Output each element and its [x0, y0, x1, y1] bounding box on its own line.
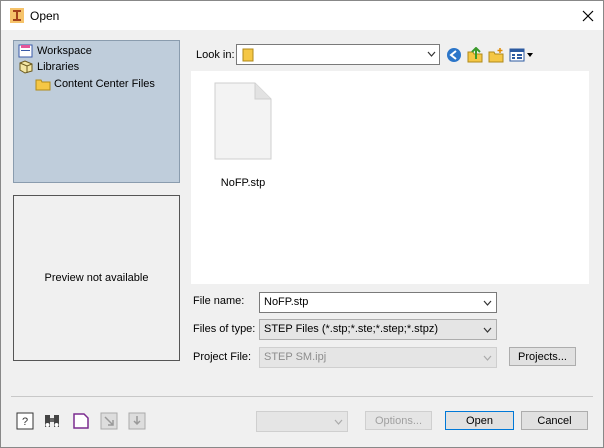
blank-combo[interactable]	[256, 411, 348, 432]
arrow-tool-icon	[100, 412, 118, 430]
chevron-down-icon	[427, 51, 436, 57]
document-button[interactable]	[71, 411, 91, 431]
workspace-icon	[18, 44, 33, 58]
back-button[interactable]	[445, 45, 463, 65]
libraries-icon	[19, 60, 33, 74]
separator	[11, 396, 593, 397]
close-button[interactable]	[573, 1, 603, 30]
project-file-value: STEP SM.ipj	[264, 351, 327, 363]
project-file-label: Project File:	[193, 351, 252, 363]
preview-text: Preview not available	[44, 272, 149, 284]
find-button[interactable]	[42, 411, 62, 431]
location-content-center[interactable]: Content Center Files	[35, 76, 155, 92]
file-name-label: File name:	[193, 295, 245, 307]
open-button[interactable]: Open	[445, 411, 514, 430]
locations-pane: Workspace Libraries Content Center Files	[13, 40, 180, 183]
location-label: Libraries	[37, 61, 80, 73]
look-in-label: Look in:	[196, 49, 235, 61]
file-item[interactable]: NoFP.stp	[211, 81, 275, 189]
open-dialog: Open Workspace Libraries Content Center …	[0, 0, 604, 448]
file-type-select[interactable]: STEP Files (*.stp;*.ste;*.step;*.stpz)	[259, 319, 497, 340]
disabled-tool-button[interactable]	[99, 411, 119, 431]
options-button[interactable]: Options...	[365, 411, 432, 430]
location-libraries[interactable]: Libraries	[18, 59, 79, 75]
svg-text:?: ?	[22, 416, 28, 428]
close-icon	[582, 10, 594, 21]
new-folder-icon	[488, 48, 504, 63]
project-file-select[interactable]: STEP SM.ipj	[259, 347, 497, 368]
document-icon	[73, 413, 89, 429]
help-icon: ?	[16, 412, 34, 430]
location-label: Content Center Files	[54, 78, 155, 90]
chevron-down-icon	[483, 327, 492, 333]
file-type-value: STEP Files (*.stp;*.ste;*.step;*.stpz)	[264, 323, 439, 335]
projects-button[interactable]: Projects...	[509, 347, 576, 366]
preview-pane: Preview not available	[13, 195, 180, 361]
back-icon	[447, 48, 461, 62]
window-title: Open	[30, 9, 60, 23]
document-icon	[214, 82, 272, 160]
file-name-label: NoFP.stp	[220, 177, 266, 189]
file-type-label: Files of type:	[193, 323, 256, 335]
disabled-export-button[interactable]	[127, 411, 147, 431]
help-button[interactable]: ?	[15, 411, 35, 431]
title-bar: Open	[1, 1, 603, 30]
chevron-down-icon	[483, 300, 492, 306]
view-menu-button[interactable]	[508, 45, 534, 65]
chevron-down-icon	[483, 355, 492, 361]
app-icon	[10, 8, 24, 23]
up-one-level-button[interactable]	[466, 45, 484, 65]
file-name-value: NoFP.stp	[264, 296, 309, 308]
new-folder-button[interactable]	[487, 45, 505, 65]
cancel-button[interactable]: Cancel	[521, 411, 588, 430]
location-label: Workspace	[37, 45, 92, 57]
view-menu-icon	[509, 48, 533, 62]
chevron-down-icon	[334, 419, 343, 425]
location-workspace[interactable]: Workspace	[18, 43, 92, 59]
binoculars-icon	[45, 415, 59, 427]
up-folder-icon	[467, 47, 483, 63]
folder-icon	[242, 48, 254, 62]
file-list: NoFP.stp	[191, 71, 589, 284]
file-name-input[interactable]: NoFP.stp	[259, 292, 497, 313]
export-icon	[128, 412, 146, 430]
folder-icon	[35, 79, 51, 91]
look-in-combo[interactable]	[236, 44, 440, 65]
